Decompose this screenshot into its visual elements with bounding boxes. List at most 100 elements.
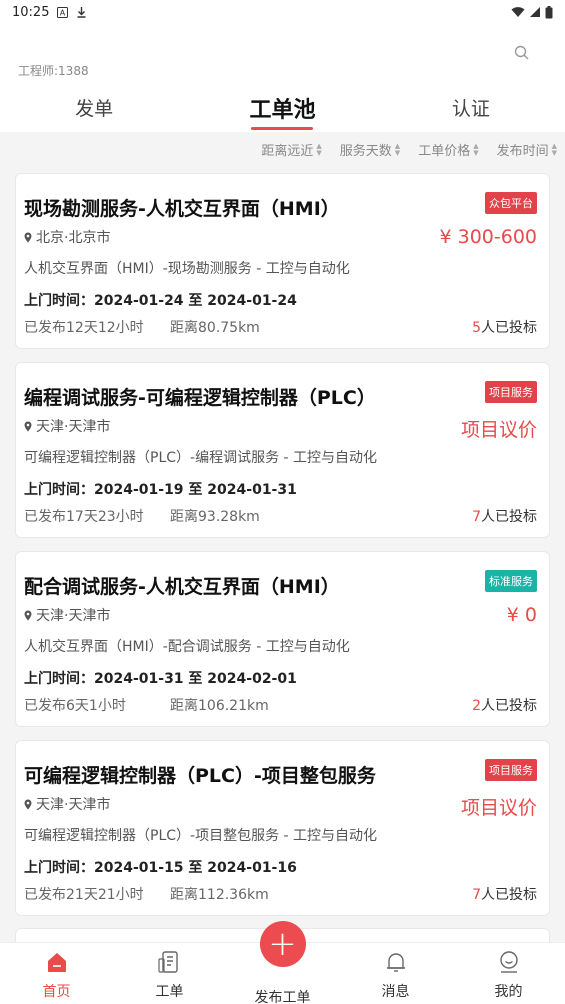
bid-count-suffix: 人已投标	[481, 320, 537, 336]
order-bid-count: 2人已投标	[472, 695, 537, 715]
sort-service-days[interactable]: 服务天数 ▲ ▼	[340, 140, 400, 159]
order-location: 北京·北京市	[24, 227, 110, 247]
download-icon	[77, 7, 86, 18]
battery-icon	[545, 5, 553, 18]
location-pin-icon	[24, 232, 32, 242]
nav-home[interactable]: 首页	[0, 943, 113, 1004]
signal-icon	[530, 7, 540, 17]
home-icon	[47, 953, 66, 972]
order-card[interactable]: 可编程逻辑控制器（PLC）-项目整包服务 项目服务 天津·天津市 项目议价 可编…	[15, 740, 550, 916]
status-bar: 10:25 A	[0, 0, 565, 24]
sort-publish-time-label: 发布时间	[496, 144, 549, 159]
bid-count-number: 5	[472, 320, 481, 336]
sort-service-days-label: 服务天数	[339, 144, 392, 159]
order-type-badge: 项目服务	[485, 381, 537, 403]
sort-price-label: 工单价格	[418, 144, 471, 159]
order-title: 可编程逻辑控制器（PLC）-项目整包服务	[24, 765, 376, 787]
tab-dispatch[interactable]: 发单	[0, 90, 188, 130]
order-distance: 距离106.21km	[170, 698, 269, 714]
tab-bar: 发单 工单池 认证	[0, 90, 565, 130]
order-location-text: 天津·天津市	[36, 608, 111, 624]
location-pin-icon	[24, 610, 32, 620]
bell-icon	[386, 953, 405, 972]
bid-count-number: 7	[472, 887, 481, 903]
sort-arrows-icon: ▲ ▼	[473, 141, 479, 157]
sort-publish-time[interactable]: 发布时间 ▲ ▼	[497, 140, 557, 159]
order-published-ago: 已发布12天12小时	[24, 320, 144, 336]
orders-icon	[157, 951, 178, 973]
order-card[interactable]: 配合调试服务-人机交互界面（HMI） 标准服务 天津·天津市 ¥ 0 人机交互界…	[15, 551, 550, 727]
order-visit-time: 上门时间：2024-01-31 至 2024-02-01	[24, 671, 297, 687]
bid-count-number: 2	[472, 698, 481, 714]
sort-arrows-icon: ▲ ▼	[316, 141, 322, 157]
order-card[interactable]: 编程调试服务-可编程逻辑控制器（PLC） 项目服务 天津·天津市 项目议价 可编…	[15, 362, 550, 538]
order-card[interactable]: 现场勘测服务-人机交互界面（HMI） 众包平台 北京·北京市 ¥ 300-600…	[15, 173, 550, 349]
bid-count-suffix: 人已投标	[481, 698, 537, 714]
order-title: 配合调试服务-人机交互界面（HMI）	[24, 576, 340, 598]
sort-distance-label: 距离远近	[261, 144, 314, 159]
order-location: 天津·天津市	[24, 794, 110, 814]
order-published-ago: 已发布21天21小时	[24, 887, 144, 903]
order-visit-time: 上门时间：2024-01-15 至 2024-01-16	[24, 860, 297, 876]
nav-messages-label: 消息	[381, 984, 410, 1000]
order-price: ¥ 0	[506, 604, 537, 626]
order-title: 现场勘测服务-人机交互界面（HMI）	[24, 198, 340, 220]
order-location: 天津·天津市	[24, 416, 110, 436]
plus-icon[interactable]: +	[259, 921, 306, 967]
order-description: 人机交互界面（HMI）-现场勘测服务 - 工控与自动化	[24, 261, 350, 277]
bid-count-number: 7	[472, 509, 481, 525]
order-description: 人机交互界面（HMI）-配合调试服务 - 工控与自动化	[24, 639, 350, 655]
bid-count-suffix: 人已投标	[481, 509, 537, 525]
order-distance: 距离80.75km	[170, 320, 260, 336]
sort-arrows-icon: ▲ ▼	[551, 141, 557, 157]
order-price: 项目议价	[460, 419, 537, 441]
nav-publish-label: 发布工单	[254, 990, 311, 1004]
nav-profile-label: 我的	[494, 984, 523, 1000]
order-type-badge: 项目服务	[485, 759, 537, 781]
nav-orders[interactable]: 工单	[113, 943, 226, 1004]
order-distance: 距离112.36km	[170, 887, 269, 903]
order-published-ago: 已发布17天23小时	[24, 509, 144, 525]
order-visit-time: 上门时间：2024-01-19 至 2024-01-31	[24, 482, 297, 498]
order-location-text: 天津·天津市	[36, 797, 111, 813]
engineer-id: 工程师:1388	[18, 64, 89, 78]
order-published-ago: 已发布6天1小时	[24, 698, 126, 714]
svg-text:A: A	[60, 8, 66, 17]
order-title: 编程调试服务-可编程逻辑控制器（PLC）	[24, 387, 376, 409]
bid-count-suffix: 人已投标	[481, 887, 537, 903]
sort-distance[interactable]: 距离远近 ▲ ▼	[261, 140, 321, 159]
nav-messages[interactable]: 消息	[339, 943, 452, 1004]
bottom-nav: 首页 工单 + 发布工单 消息 我的	[0, 921, 565, 1004]
order-bid-count: 7人已投标	[472, 884, 537, 904]
tab-dispatch-label: 发单	[75, 98, 114, 120]
order-description: 可编程逻辑控制器（PLC）-编程调试服务 - 工控与自动化	[24, 450, 378, 466]
order-bid-count: 5人已投标	[472, 317, 537, 337]
profile-icon	[499, 951, 518, 973]
nav-orders-label: 工单	[155, 984, 184, 1000]
order-visit-time: 上门时间：2024-01-24 至 2024-01-24	[24, 293, 297, 309]
location-pin-icon	[24, 421, 32, 431]
notification-a-icon: A	[57, 6, 69, 18]
order-bid-count: 7人已投标	[472, 506, 537, 526]
sort-filters: 距离远近 ▲ ▼ 服务天数 ▲ ▼ 工单价格 ▲ ▼ 发布时间 ▲ ▼	[261, 140, 557, 159]
nav-profile[interactable]: 我的	[452, 943, 565, 1004]
tab-order-pool-label: 工单池	[249, 98, 316, 123]
wifi-icon	[511, 7, 525, 17]
sort-price[interactable]: 工单价格 ▲ ▼	[418, 140, 478, 159]
nav-home-label: 首页	[42, 984, 71, 1000]
nav-publish-order[interactable]: + 发布工单	[226, 921, 339, 1004]
order-description: 可编程逻辑控制器（PLC）-项目整包服务 - 工控与自动化	[24, 828, 378, 844]
order-distance: 距离93.28km	[170, 509, 260, 525]
order-type-badge: 众包平台	[485, 192, 537, 214]
active-tab-indicator	[251, 127, 314, 130]
order-location: 天津·天津市	[24, 605, 110, 625]
tab-order-pool[interactable]: 工单池	[188, 90, 376, 130]
sort-arrows-icon: ▲ ▼	[394, 141, 401, 157]
order-location-text: 北京·北京市	[36, 230, 111, 246]
status-time: 10:25	[12, 4, 50, 20]
order-type-badge: 标准服务	[485, 570, 537, 592]
order-location-text: 天津·天津市	[36, 419, 111, 435]
search-icon[interactable]	[513, 44, 531, 62]
order-price: 项目议价	[460, 797, 537, 819]
tab-certification[interactable]: 认证	[377, 90, 565, 130]
